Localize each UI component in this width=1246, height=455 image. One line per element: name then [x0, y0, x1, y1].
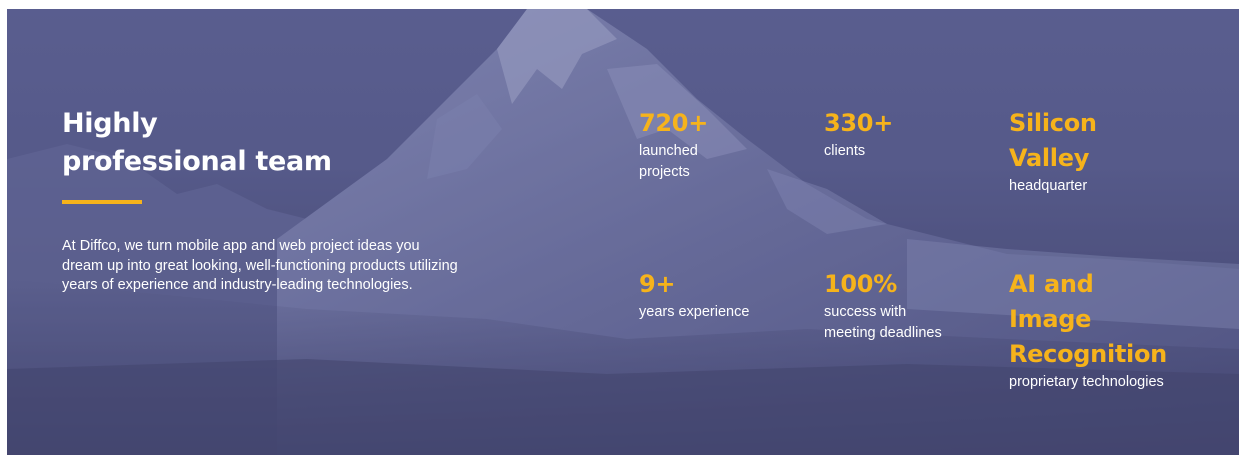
stat-label-line-1: launched: [639, 143, 698, 159]
hero-banner: Highly professional team At Diffco, we t…: [7, 9, 1239, 455]
stat-label: headquarter: [1009, 178, 1088, 194]
stat-label-line-2: meeting deadlines: [824, 325, 942, 341]
stat-value-line-2: Image: [1009, 305, 1092, 333]
section-title: Highly professional team: [62, 105, 332, 181]
stat-label-line-1: success with: [824, 304, 907, 320]
section-title-line-2: professional team: [62, 146, 332, 177]
stat-years-experience: 9+ years experience: [639, 267, 749, 323]
stat-value-line-1: Silicon: [1009, 109, 1097, 137]
stat-value-line-3: Recognition: [1009, 340, 1167, 368]
section-description: At Diffco, we turn mobile app and web pr…: [62, 238, 458, 293]
title-accent-underline: [62, 200, 142, 204]
stat-label: years experience: [639, 304, 750, 320]
stat-label: clients: [824, 143, 866, 159]
stat-launched-projects: 720+ launched projects: [639, 106, 708, 183]
stat-ai-image-recognition: AI and Image Recognition proprietary tec…: [1009, 267, 1167, 393]
stat-value: 720+: [639, 109, 709, 137]
section-title-line-1: Highly: [62, 108, 158, 139]
stat-value: 100%: [824, 270, 897, 298]
stat-label: proprietary technologies: [1009, 374, 1164, 390]
stat-headquarter: Silicon Valley headquarter: [1009, 106, 1097, 197]
stat-value: 9+: [639, 270, 676, 298]
stat-clients: 330+ clients: [824, 106, 893, 162]
stat-value: 330+: [824, 109, 894, 137]
stat-value-line-2: Valley: [1009, 144, 1090, 172]
stat-value-line-1: AI and: [1009, 270, 1094, 298]
stat-label-line-2: projects: [639, 164, 690, 180]
stat-deadlines: 100% success with meeting deadlines: [824, 267, 942, 344]
